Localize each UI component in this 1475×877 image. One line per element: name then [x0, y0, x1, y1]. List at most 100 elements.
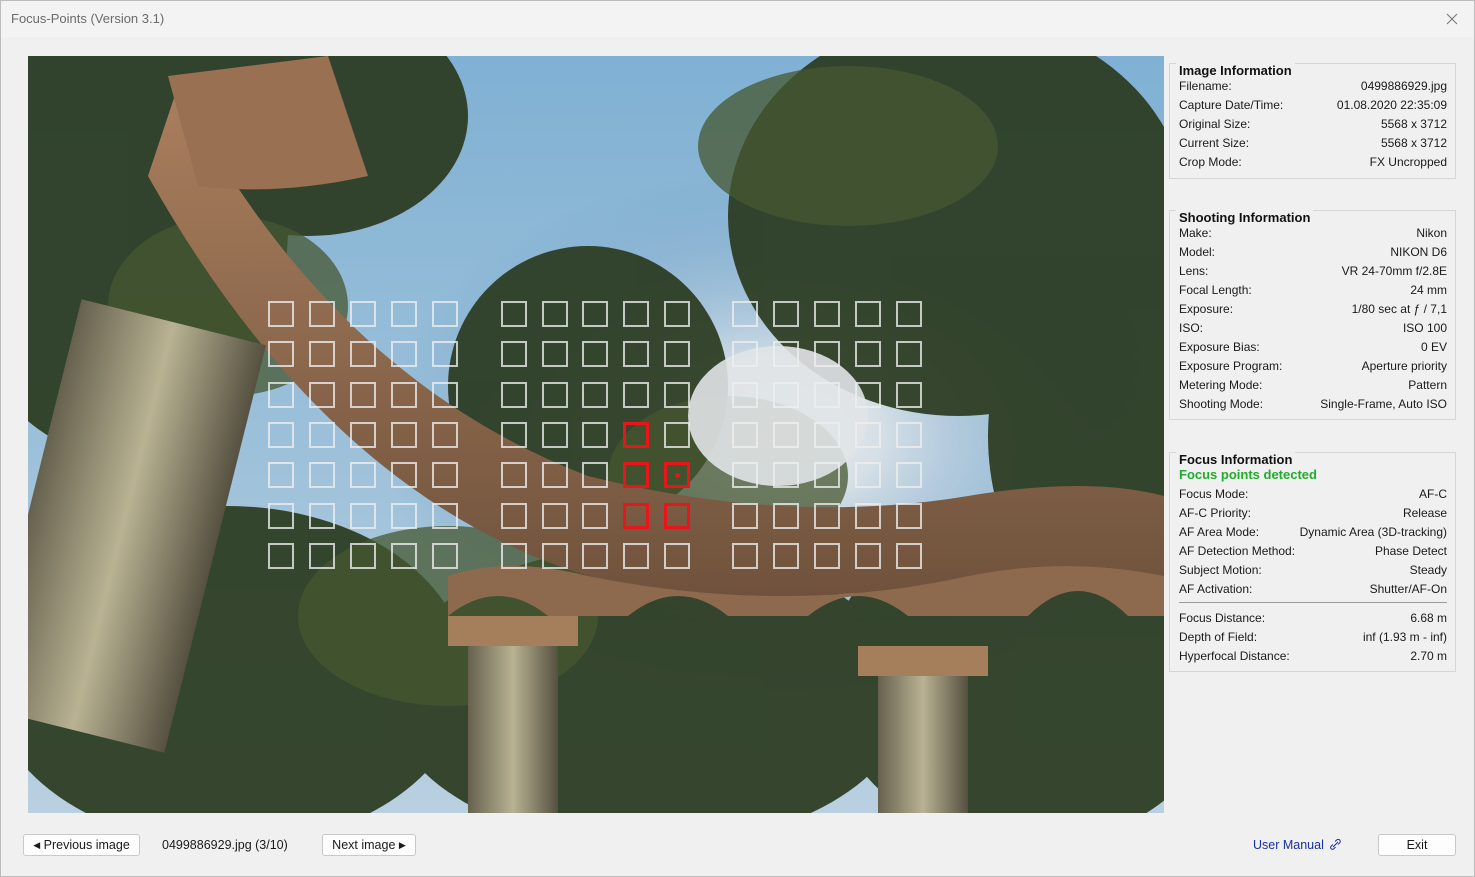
af-point [664, 422, 690, 448]
image-info-row: Original Size: 5568 x 3712 [1179, 114, 1447, 133]
af-point [350, 341, 376, 367]
shooting-info-row: Exposure Program: Aperture priority [1179, 356, 1447, 375]
image-information-panel: Image Information Filename: 0499886929.jp… [1169, 63, 1456, 179]
af-point [814, 301, 840, 327]
af-point [501, 301, 527, 327]
focus-status: Focus points detected [1179, 467, 1317, 482]
af-point [268, 543, 294, 569]
af-point [623, 341, 649, 367]
image-info-label: Filename: [1179, 78, 1232, 93]
image-info-row: Crop Mode: FX Uncropped [1179, 152, 1447, 171]
af-point [664, 382, 690, 408]
shooting-info-row: ISO: ISO 100 [1179, 318, 1447, 337]
exit-button[interactable]: Exit [1378, 834, 1456, 856]
title-bar: Focus-Points (Version 3.1) [1, 1, 1474, 37]
af-point [732, 462, 758, 488]
focus-info-value: Dynamic Area (3D-tracking) [1299, 524, 1447, 539]
af-point [732, 382, 758, 408]
af-point [542, 543, 568, 569]
af-point [542, 422, 568, 448]
focus-distance-value: 6.68 m [1410, 610, 1447, 625]
af-point [350, 382, 376, 408]
af-point [309, 422, 335, 448]
af-point [582, 341, 608, 367]
af-point [664, 301, 690, 327]
focus-info-value: Phase Detect [1374, 543, 1447, 558]
shooting-info-label: Metering Mode: [1179, 377, 1263, 392]
image-info-value: 0499886929.jpg [1360, 78, 1447, 93]
af-point [855, 422, 881, 448]
focus-distance-row: Focus Distance: 6.68 m [1179, 608, 1447, 627]
af-point [773, 503, 799, 529]
shooting-info-value: Nikon [1416, 225, 1447, 240]
af-point [432, 341, 458, 367]
shooting-information-panel: Shooting Information Make: Nikon Model: NIK… [1169, 210, 1456, 420]
af-point [582, 462, 608, 488]
af-point [773, 462, 799, 488]
focus-distance-row: Depth of Field: inf (1.93 m - inf) [1179, 627, 1447, 646]
next-image-button[interactable]: Next image ▶ [322, 834, 416, 856]
shooting-info-value: 0 EV [1420, 339, 1447, 354]
focus-info-label: Focus Mode: [1179, 486, 1249, 501]
af-point [268, 422, 294, 448]
shooting-info-row: Focal Length: 24 mm [1179, 280, 1447, 299]
af-point-primary-dot [675, 473, 680, 478]
af-point [582, 382, 608, 408]
focus-info-row: AF Detection Method: Phase Detect [1179, 541, 1447, 560]
focus-info-row: AF Activation: Shutter/AF-On [1179, 579, 1447, 598]
af-point [268, 462, 294, 488]
image-preview [28, 56, 1164, 813]
link-icon [1330, 838, 1342, 850]
shooting-info-value: Aperture priority [1361, 358, 1447, 373]
af-point [501, 382, 527, 408]
image-info-row: Current Size: 5568 x 3712 [1179, 133, 1447, 152]
shooting-info-label: Make: [1179, 225, 1212, 240]
af-point [501, 341, 527, 367]
image-info-label: Capture Date/Time: [1179, 97, 1284, 112]
af-point [582, 543, 608, 569]
focus-info-label: AF Activation: [1179, 581, 1253, 596]
af-point [309, 462, 335, 488]
next-image-label: Next image [332, 838, 396, 852]
af-point [309, 382, 335, 408]
focus-info-row: Focus Mode: AF-C [1179, 484, 1447, 503]
af-point [432, 503, 458, 529]
af-point-active [623, 462, 649, 488]
af-point [432, 543, 458, 569]
af-point [623, 382, 649, 408]
image-info-value: 01.08.2020 22:35:09 [1336, 97, 1447, 112]
af-point [814, 382, 840, 408]
shooting-info-label: Model: [1179, 244, 1216, 259]
focus-distance-value: inf (1.93 m - inf) [1362, 629, 1447, 644]
focus-distance-label: Hyperfocal Distance: [1179, 648, 1290, 663]
focus-info-value: Release [1402, 505, 1447, 520]
focus-distance-value: 2.70 m [1410, 648, 1447, 663]
af-point [773, 543, 799, 569]
af-point [309, 543, 335, 569]
shooting-info-value: Pattern [1408, 377, 1447, 392]
focus-separator [1179, 602, 1447, 603]
af-point [268, 382, 294, 408]
user-manual-link[interactable]: User Manual [1253, 838, 1342, 852]
previous-image-button[interactable]: ◀ Previous image [23, 834, 140, 856]
af-point [391, 543, 417, 569]
af-point [542, 382, 568, 408]
image-info-row: Capture Date/Time: 01.08.2020 22:35:09 [1179, 95, 1447, 114]
af-point [855, 462, 881, 488]
af-point-active [664, 503, 690, 529]
shooting-info-label: Exposure Program: [1179, 358, 1283, 373]
af-point [391, 382, 417, 408]
shooting-info-label: Exposure Bias: [1179, 339, 1260, 354]
close-button[interactable] [1430, 1, 1474, 37]
af-point [268, 503, 294, 529]
af-point [350, 543, 376, 569]
af-point [773, 382, 799, 408]
af-point [623, 543, 649, 569]
focus-points-window: Focus-Points (Version 3.1) Image Informa… [0, 0, 1475, 877]
af-point [896, 543, 922, 569]
af-point [855, 301, 881, 327]
af-point [732, 301, 758, 327]
focus-info-row: Subject Motion: Steady [1179, 560, 1447, 579]
shooting-info-row: Model: NIKON D6 [1179, 242, 1447, 261]
shooting-info-label: Shooting Mode: [1179, 396, 1264, 411]
